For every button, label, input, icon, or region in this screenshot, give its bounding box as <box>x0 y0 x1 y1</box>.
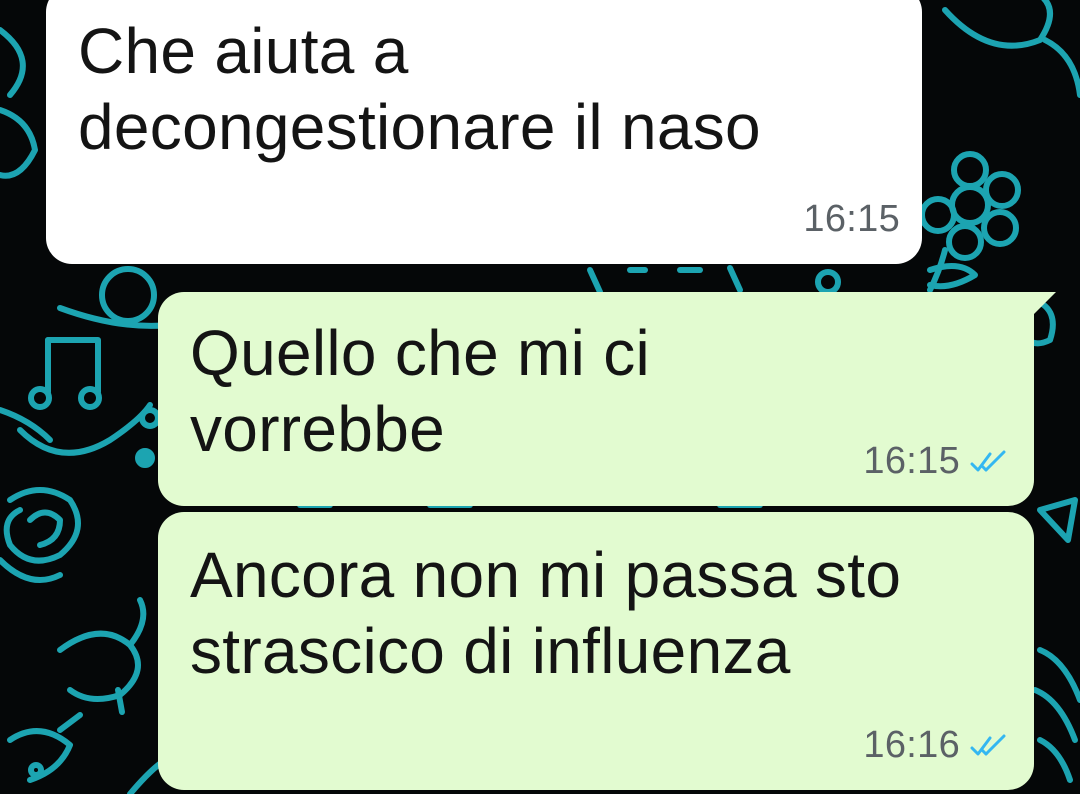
message-text: Che aiuta a decongestionare il naso <box>78 15 761 163</box>
message-bubble-outgoing[interactable]: Ancora non mi passa sto strascico di inf… <box>158 512 1034 790</box>
message-text: Quello che mi ci vorrebbe <box>190 317 651 465</box>
double-check-icon <box>970 734 1006 756</box>
double-check-icon <box>970 450 1006 472</box>
message-bubble-outgoing[interactable]: Quello che mi ci vorrebbe 16:15 <box>158 292 1056 506</box>
message-time: 16:15 <box>803 198 900 241</box>
message-meta: 16:16 <box>863 723 1012 768</box>
message-time: 16:16 <box>863 724 960 767</box>
message-meta: 16:15 <box>803 197 900 242</box>
message-text: Ancora non mi passa sto strascico di inf… <box>190 539 902 687</box>
bubble-tail <box>1030 292 1056 318</box>
message-meta: 16:15 <box>863 439 1012 484</box>
message-bubble-incoming[interactable]: Che aiuta a decongestionare il naso 16:1… <box>46 0 922 264</box>
message-time: 16:15 <box>863 440 960 483</box>
